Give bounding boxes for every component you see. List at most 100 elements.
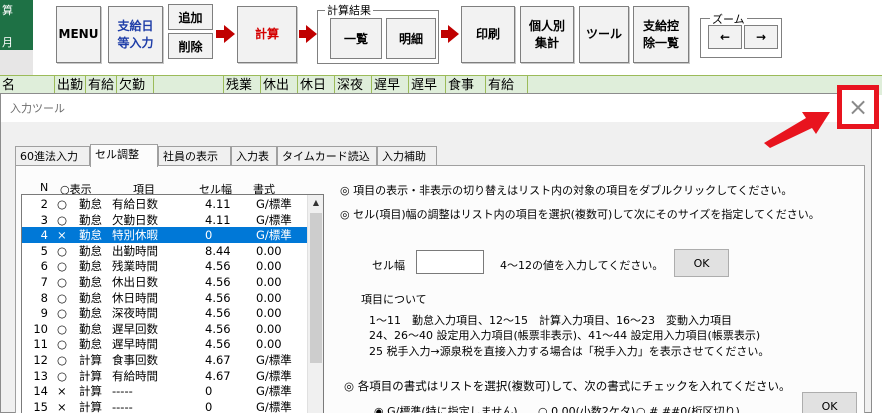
list-item[interactable]: 13 ○ 計算 有給時間 4.67 G/標準 bbox=[22, 368, 307, 384]
list-scrollbar[interactable]: ▲ bbox=[307, 195, 323, 413]
list-item-cat: 勤怠 bbox=[79, 212, 102, 227]
width-ok-button[interactable]: OK bbox=[674, 249, 729, 277]
sheet-name-cell: 算 月 bbox=[0, 0, 33, 50]
scroll-up-icon[interactable]: ▲ bbox=[308, 195, 323, 211]
format-option-general[interactable]: ◉ G/標準(特に指定しません) bbox=[374, 403, 518, 413]
list-item-mark: ○ bbox=[57, 306, 68, 321]
list-item-width: 4.67 bbox=[205, 353, 231, 367]
tab-timecard-import[interactable]: タイムカード読込 bbox=[277, 146, 377, 166]
list-item[interactable]: 2 ○ 勤怠 有給日数 4.11 G/標準 bbox=[22, 196, 307, 212]
list-item[interactable]: 12 ○ 計算 食事回数 4.67 G/標準 bbox=[22, 352, 307, 368]
menu-button[interactable]: MENU bbox=[56, 6, 101, 63]
list-item[interactable]: 3 ○ 勤怠 欠勤日数 4.11 G/標準 bbox=[22, 212, 307, 228]
flow-arrow bbox=[441, 30, 448, 38]
list-item-mark: ○ bbox=[57, 290, 68, 305]
list-item[interactable]: 6 ○ 勤怠 残業時間 4.56 0.00 bbox=[22, 258, 307, 274]
col-header-n: N bbox=[40, 181, 49, 194]
list-item-name: 特別休暇 bbox=[112, 228, 158, 243]
pay-date-input-button[interactable]: 支給日 等入力 bbox=[108, 6, 163, 63]
list-item-fmt: G/標準 bbox=[256, 212, 292, 227]
list-item-width: 4.11 bbox=[205, 212, 231, 227]
format-option-decimal[interactable]: ○ 0.00(小数2ケタ) bbox=[538, 403, 635, 413]
list-item-width: 4.67 bbox=[205, 368, 231, 383]
list-item[interactable]: 14 × 計算 ----- 0 G/標準 bbox=[22, 383, 307, 399]
list-item[interactable]: 5 ○ 勤怠 出勤時間 8.44 0.00 bbox=[22, 243, 307, 259]
list-item-n: 4 bbox=[40, 228, 48, 243]
list-item-width: 4.56 bbox=[205, 275, 231, 289]
list-item[interactable]: 11 ○ 勤怠 遅早時間 4.56 0.00 bbox=[22, 336, 307, 352]
list-item-name: ----- bbox=[112, 399, 133, 413]
list-button[interactable]: 一覧 bbox=[330, 18, 382, 59]
print-button[interactable]: 印刷 bbox=[461, 6, 515, 63]
row-header-strip bbox=[0, 50, 33, 75]
list-item-cat: 計算 bbox=[79, 384, 102, 399]
instruction-width: ◎ セル(項目)幅の調整はリスト内の項目を選択(複数可)して次にそのサイズを指定… bbox=[340, 208, 820, 221]
list-item-fmt: 0.00 bbox=[256, 275, 282, 289]
list-item-fmt: 0.00 bbox=[256, 337, 282, 352]
list-item-cat: 勤怠 bbox=[79, 228, 102, 243]
list-item-n: 7 bbox=[40, 275, 48, 289]
tab-employee-display[interactable]: 社員の表示 bbox=[158, 146, 231, 166]
flow-arrow-head bbox=[224, 25, 235, 43]
individual-summary-button[interactable]: 個人別 集計 bbox=[520, 6, 574, 63]
red-arrow-pointer-icon bbox=[764, 112, 830, 148]
list-item-fmt: G/標準 bbox=[256, 353, 292, 367]
add-button[interactable]: 追加 bbox=[168, 4, 213, 30]
list-item[interactable]: 10 ○ 勤怠 遅早回数 4.56 0.00 bbox=[22, 321, 307, 337]
list-item-cat: 計算 bbox=[79, 368, 102, 383]
tab-input-assist[interactable]: 入力補助 bbox=[377, 146, 437, 166]
list-item[interactable]: 15 × 計算 ----- 0 G/標準 bbox=[22, 399, 307, 413]
item-listbox[interactable]: 2 ○ 勤怠 有給日数 4.11 G/標準 3 ○ 勤怠 欠勤日数 4.11 G/標準 4 × 勤怠 特別休暇… bbox=[21, 194, 324, 413]
format-instruction: ◎ 各項目の書式はリストを選択(複数可)して、次の書式にチェックを入れてください… bbox=[344, 379, 791, 393]
cell-adjust-panel: N ○表示 項目 セル幅 書式 2 ○ 勤怠 有給日数 4.11 G/標準 3 ○ 勤怠 欠勤日数… bbox=[15, 165, 865, 413]
tab-60-base-input[interactable]: 60進法入力 bbox=[15, 146, 90, 166]
close-button[interactable]: × bbox=[837, 85, 879, 129]
sheet-toolbar-area: 算 月 MENU 支給日 等入力 追加 削除 計算 計算結果 一覧 明細 印刷 … bbox=[0, 0, 882, 75]
list-item-width: 8.44 bbox=[205, 243, 231, 258]
list-item-n: 10 bbox=[33, 321, 48, 336]
list-item[interactable]: 8 ○ 勤怠 休日時間 4.56 0.00 bbox=[22, 290, 307, 306]
format-option-comma[interactable]: ○ #,##0(桁区切り) bbox=[636, 403, 740, 413]
scroll-thumb[interactable] bbox=[310, 213, 322, 363]
format-ok-button[interactable]: OK bbox=[802, 392, 857, 413]
zoom-in-button[interactable]: → bbox=[744, 25, 778, 49]
list-item-fmt: 0.00 bbox=[256, 259, 282, 274]
list-item-n: 14 bbox=[33, 384, 48, 399]
list-item[interactable]: 7 ○ 勤怠 休出日数 4.56 0.00 bbox=[22, 274, 307, 290]
dialog-title-bar: 入力ツール bbox=[1, 94, 871, 122]
cell-width-input[interactable] bbox=[416, 250, 484, 274]
list-item-name: 食事回数 bbox=[112, 353, 158, 367]
detail-button[interactable]: 明細 bbox=[386, 18, 436, 59]
tab-input-table[interactable]: 入力表 bbox=[231, 146, 277, 166]
list-item-name: 深夜時間 bbox=[112, 306, 158, 321]
delete-button[interactable]: 削除 bbox=[168, 33, 213, 59]
items-note-line2: 24、26～40 設定用入力項目(帳票非表示)、41～44 設定用入力項目(帳票… bbox=[369, 329, 761, 342]
list-item-cat: 勤怠 bbox=[79, 197, 102, 211]
list-item-mark: ○ bbox=[57, 275, 68, 289]
list-item-fmt: G/標準 bbox=[256, 197, 292, 211]
list-item-width: 4.56 bbox=[205, 321, 231, 336]
list-item-n: 15 bbox=[33, 399, 48, 413]
cell-width-label: セル幅 bbox=[372, 259, 405, 272]
list-item-n: 6 bbox=[40, 259, 48, 274]
list-item-name: 有給時間 bbox=[112, 368, 158, 383]
deduction-list-button[interactable]: 支給控 除一覧 bbox=[633, 6, 689, 63]
list-item-name: 有給日数 bbox=[112, 197, 158, 211]
list-item-width: 4.56 bbox=[205, 306, 231, 321]
list-item-cat: 計算 bbox=[79, 399, 102, 413]
flow-arrow-head bbox=[306, 25, 317, 43]
list-item-name: 休日時間 bbox=[112, 290, 158, 305]
calculate-button[interactable]: 計算 bbox=[237, 6, 297, 63]
list-item-mark: ○ bbox=[57, 212, 68, 227]
list-item-cat: 勤怠 bbox=[79, 275, 102, 289]
tools-button[interactable]: ツール bbox=[579, 6, 629, 63]
zoom-out-button[interactable]: ← bbox=[708, 25, 742, 49]
list-item[interactable]: 4 × 勤怠 特別休暇 0 G/標準 bbox=[22, 227, 307, 244]
radio-unchecked-icon: ○ bbox=[636, 405, 646, 413]
list-item[interactable]: 9 ○ 勤怠 深夜時間 4.56 0.00 bbox=[22, 305, 307, 321]
list-item-fmt: G/標準 bbox=[256, 368, 292, 383]
list-item-mark: ○ bbox=[57, 197, 68, 211]
list-item-fmt: G/標準 bbox=[256, 399, 292, 413]
tab-cell-adjust[interactable]: セル調整 bbox=[90, 144, 158, 167]
items-note-line1: 1～11 勤怠入力項目、12～15 計算入力項目、16～23 変動入力項目 bbox=[369, 314, 732, 327]
